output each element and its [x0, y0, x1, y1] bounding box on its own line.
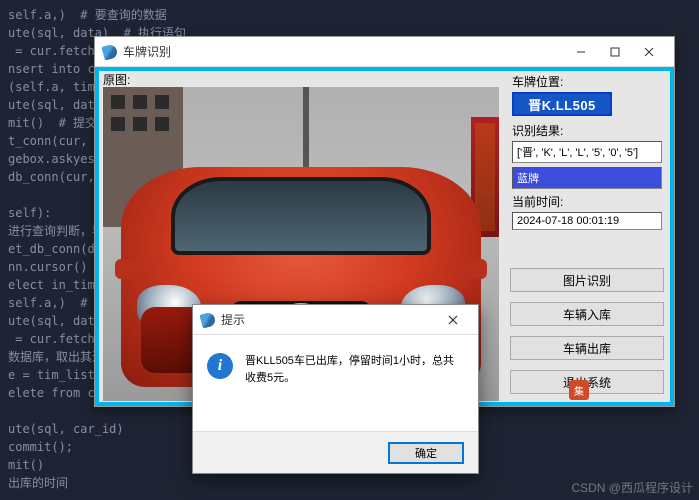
minimize-button[interactable] — [564, 40, 598, 64]
message-dialog: 提示 i 晋KLL505车已出库，停留时间1小时，总共收费5元。 确定 — [192, 304, 479, 474]
result-text: ['晋', 'K', 'L', 'L', '5', '0', '5'] — [512, 141, 662, 163]
original-label: 原图: — [103, 71, 130, 88]
dialog-app-icon — [199, 311, 216, 328]
window-title: 车牌识别 — [123, 43, 564, 60]
dialog-close-button[interactable] — [436, 308, 470, 332]
close-button[interactable] — [632, 40, 666, 64]
dialog-title: 提示 — [221, 311, 436, 328]
right-panel: 车牌位置: 晋K.LL505 识别结果: ['晋', 'K', 'L', 'L'… — [510, 71, 666, 402]
dialog-titlebar: 提示 — [193, 305, 478, 335]
watermark: CSDN @西瓜程序设计 — [571, 479, 693, 496]
info-icon: i — [207, 353, 233, 379]
capture-badge: 集 — [569, 380, 589, 400]
result-label: 识别结果: — [512, 122, 666, 139]
recognize-button[interactable]: 图片识别 — [510, 268, 664, 292]
vehicle-out-button[interactable]: 车辆出库 — [510, 336, 664, 360]
plate-pos-label: 车牌位置: — [512, 73, 666, 90]
app-icon — [101, 43, 118, 60]
maximize-button[interactable] — [598, 40, 632, 64]
time-label: 当前时间: — [512, 193, 666, 210]
plate-crop-image: 晋K.LL505 — [512, 92, 612, 116]
dialog-message: 晋KLL505车已出库，停留时间1小时，总共收费5元。 — [245, 353, 464, 386]
current-time: 2024-07-18 00:01:19 — [512, 212, 662, 230]
plate-color: 蓝牌 — [512, 167, 662, 189]
vehicle-in-button[interactable]: 车辆入库 — [510, 302, 664, 326]
ok-button[interactable]: 确定 — [388, 442, 464, 464]
titlebar: 车牌识别 — [95, 37, 674, 67]
